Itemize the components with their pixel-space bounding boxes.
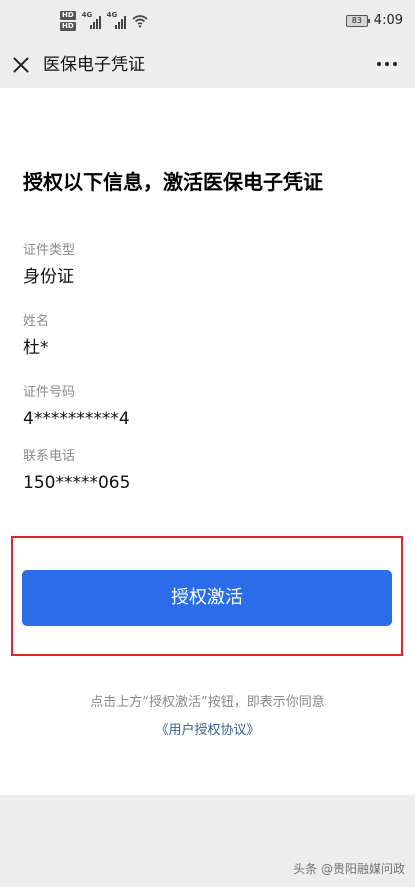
clock: 4:09 <box>373 13 403 28</box>
field-id-type: 证件类型 身份证 <box>23 242 75 288</box>
field-name: 姓名 杜* <box>23 313 49 359</box>
field-label: 证件号码 <box>23 385 76 400</box>
activate-button[interactable]: 授权激活 <box>22 570 392 626</box>
field-label: 姓名 <box>23 314 50 329</box>
consent-note: 点击上方“授权激活”按钮，即表示你同意 <box>90 695 325 710</box>
status-bar: HD HD 4G 4G 83 4:09 <box>0 0 415 44</box>
field-value: 身份证 <box>23 267 74 287</box>
field-value: 杜* <box>23 338 49 358</box>
field-value: 150*****065 <box>23 473 131 493</box>
hd-badge-bottom: HD <box>60 22 76 31</box>
status-left: HD HD 4G 4G <box>60 11 148 31</box>
field-label: 联系电话 <box>23 449 76 464</box>
page-title: 医保电子凭证 <box>43 55 145 75</box>
wifi-icon <box>132 15 148 28</box>
signal-icon: 4G <box>81 11 101 29</box>
more-icon[interactable] <box>377 62 397 66</box>
field-label: 证件类型 <box>23 243 76 258</box>
close-icon[interactable] <box>12 55 30 73</box>
hd-indicator: HD HD <box>60 11 76 31</box>
field-phone: 联系电话 150*****065 <box>23 448 130 494</box>
signal-icon-2: 4G <box>106 11 126 29</box>
hd-badge-top: HD <box>60 11 76 20</box>
network-type-2: 4G <box>106 11 118 19</box>
battery-icon: 83 <box>345 14 370 27</box>
status-right: 83 4:09 <box>345 13 403 28</box>
network-type-1: 4G <box>81 11 93 19</box>
footer-area: 头条 @贵阳融媒问政 <box>0 795 415 887</box>
field-id-number: 证件号码 4**********4 <box>23 384 130 430</box>
agreement-link[interactable]: 《用户授权协议》 <box>0 722 415 740</box>
field-value: 4**********4 <box>23 409 130 429</box>
watermark: 头条 @贵阳融媒问政 <box>293 862 405 876</box>
auth-heading: 授权以下信息，激活医保电子凭证 <box>23 170 323 194</box>
nav-bar: 医保电子凭证 <box>0 44 415 88</box>
